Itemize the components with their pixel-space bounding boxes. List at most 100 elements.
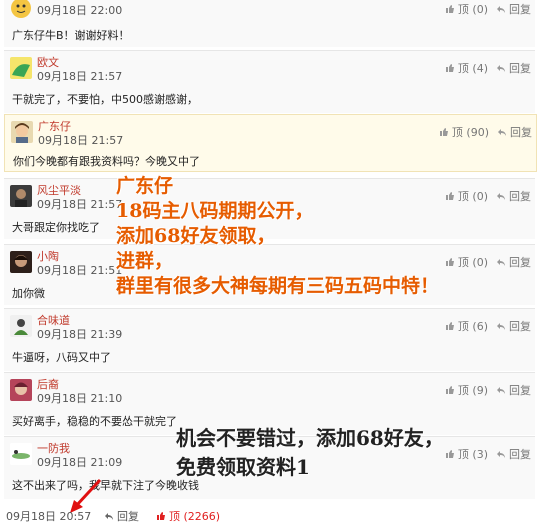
avatar[interactable] xyxy=(10,443,32,465)
promo-line: 18码主八码期期公开， xyxy=(116,200,314,222)
comment-item: 合味道 09月18日 21:39 顶 (6) 回复 牛逼呀，八码又中了 xyxy=(4,308,535,371)
thumbs-up-icon xyxy=(445,258,454,266)
thumbs-up-icon xyxy=(445,64,454,72)
reply-icon xyxy=(105,513,113,520)
reply-label: 回复 xyxy=(509,320,531,333)
avatar[interactable] xyxy=(10,315,32,337)
reply-button[interactable]: 回复 xyxy=(497,124,532,140)
comment-actions: 顶 (0) 回复 xyxy=(445,254,531,270)
reply-button[interactable]: 回复 xyxy=(496,446,531,462)
comment-actions: 顶 (90) 回复 xyxy=(439,124,532,140)
footer-row: 09月18日 20:57 回复 顶 (2266) xyxy=(0,506,540,523)
thumbs-up-icon xyxy=(445,322,454,330)
like-count: 顶 (0) xyxy=(457,3,488,16)
promo-line: 添加68好友领取， xyxy=(116,225,276,247)
reply-label: 回复 xyxy=(117,510,139,523)
thumbs-up-icon xyxy=(445,450,454,458)
comment-text: 干就完了，不要怕，中500感谢感谢， xyxy=(12,93,198,106)
like-button[interactable]: 顶 (0) xyxy=(445,254,488,270)
comment-time: 09月18日 21:51 xyxy=(37,264,123,277)
promo-line: 机会不要错过，添加68好友， xyxy=(176,426,444,450)
reply-label: 回复 xyxy=(509,448,531,461)
like-count: 顶 (6) xyxy=(457,320,488,333)
comment-time: 09月18日 21:39 xyxy=(37,328,123,341)
reply-button[interactable]: 回复 xyxy=(496,382,531,398)
comment-item: 广东仔 09月18日 21:57 顶 (90) 回复 你们今晚都有跟我资料吗？今… xyxy=(4,114,537,172)
footer-reply-button[interactable]: 回复 xyxy=(104,508,139,524)
promo-line: 进群， xyxy=(116,250,174,272)
comment-actions: 顶 (0) 回复 xyxy=(445,188,531,204)
comment-item: 欧文 09月18日 21:57 顶 (4) 回复 干就完了，不要怕，中500感谢… xyxy=(4,50,535,113)
like-button[interactable]: 顶 (4) xyxy=(445,60,488,76)
like-count: 顶 (90) xyxy=(451,126,489,139)
comment-text: 大哥跟定你找吃了 xyxy=(12,221,100,234)
like-count: 顶 (4) xyxy=(457,62,488,75)
comment-text: 你们今晚都有跟我资料吗？今晚又中了 xyxy=(13,155,200,168)
like-button[interactable]: 顶 (9) xyxy=(445,382,488,398)
thumbs-up-icon xyxy=(445,5,454,13)
comment-time: 09月18日 22:00 xyxy=(37,4,123,17)
like-button[interactable]: 顶 (6) xyxy=(445,318,488,334)
comment-text: 加你微 xyxy=(12,287,45,300)
promo-overlay: 广东仔 18码主八码期期公开， 添加68好友领取， 进群， 群里有很多大神每期有… xyxy=(116,174,439,299)
footer-time: 09月18日 20:57 xyxy=(6,510,92,523)
promo-line: 免费领取资料1 xyxy=(176,455,310,479)
comment-actions: 顶 (6) 回复 xyxy=(445,318,531,334)
promo-line: 群里有很多大神每期有三码五码中特！ xyxy=(116,275,440,297)
thumbs-up-icon xyxy=(445,386,454,394)
reply-button[interactable]: 回复 xyxy=(496,188,531,204)
reply-icon xyxy=(497,259,505,266)
avatar[interactable] xyxy=(10,0,32,19)
like-count: 顶 (9) xyxy=(457,384,488,397)
comment-actions: 顶 (3) 回复 xyxy=(445,446,531,462)
avatar[interactable] xyxy=(10,185,32,207)
comment-actions: 顶 (4) 回复 xyxy=(445,60,531,76)
reply-button[interactable]: 回复 xyxy=(496,318,531,334)
like-count: 顶 (0) xyxy=(457,190,488,203)
reply-label: 回复 xyxy=(509,62,531,75)
reply-icon xyxy=(497,451,505,458)
comment-text: 牛逼呀，八码又中了 xyxy=(12,351,111,364)
reply-icon xyxy=(497,387,505,394)
reply-button[interactable]: 回复 xyxy=(496,254,531,270)
comment-time: 09月18日 21:09 xyxy=(37,456,123,469)
reply-label: 回复 xyxy=(509,3,531,16)
thumbs-up-icon xyxy=(157,512,165,520)
comment-time: 09月18日 21:57 xyxy=(37,198,123,211)
reply-icon xyxy=(497,6,505,13)
reply-label: 回复 xyxy=(509,190,531,203)
comment-text: 广东仔牛B！谢谢好料！ xyxy=(12,29,130,42)
reply-icon xyxy=(497,65,505,72)
avatar[interactable] xyxy=(10,379,32,401)
reply-label: 回复 xyxy=(509,256,531,269)
promo-overlay-2: 机会不要错过，添加68好友， 免费领取资料1 xyxy=(176,424,444,482)
avatar[interactable] xyxy=(10,57,32,79)
comment-time: 09月18日 21:57 xyxy=(37,70,123,83)
reply-label: 回复 xyxy=(510,126,532,139)
like-button[interactable]: 顶 (90) xyxy=(439,124,489,140)
footer-like-button[interactable]: 顶 (2266) xyxy=(156,508,220,524)
reply-button[interactable]: 回复 xyxy=(496,1,531,17)
comment-text: 买好离手，稳稳的不要怂干就完了 xyxy=(12,415,177,428)
thumbs-up-icon xyxy=(439,128,448,136)
like-count: 顶 (3) xyxy=(457,448,488,461)
reply-label: 回复 xyxy=(509,384,531,397)
reply-icon xyxy=(497,323,505,330)
thumbs-up-icon xyxy=(445,192,454,200)
like-button[interactable]: 顶 (3) xyxy=(445,446,488,462)
avatar[interactable] xyxy=(11,121,33,143)
comment-time: 09月18日 21:57 xyxy=(38,134,124,147)
like-count: 顶 (0) xyxy=(457,256,488,269)
comment-actions: 顶 (9) 回复 xyxy=(445,382,531,398)
like-count: 顶 (2266) xyxy=(169,510,221,523)
reply-button[interactable]: 回复 xyxy=(496,60,531,76)
like-button[interactable]: 顶 (0) xyxy=(445,188,488,204)
comment-actions: 顶 (0) 回复 xyxy=(445,1,531,17)
comment-item: 09月18日 22:00 顶 (0) 回复 广东仔牛B！谢谢好料！ xyxy=(4,0,535,47)
avatar[interactable] xyxy=(10,251,32,273)
reply-icon xyxy=(497,193,505,200)
reply-icon xyxy=(498,129,506,136)
promo-line: 广东仔 xyxy=(116,175,174,197)
comment-time: 09月18日 21:10 xyxy=(37,392,123,405)
like-button[interactable]: 顶 (0) xyxy=(445,1,488,17)
